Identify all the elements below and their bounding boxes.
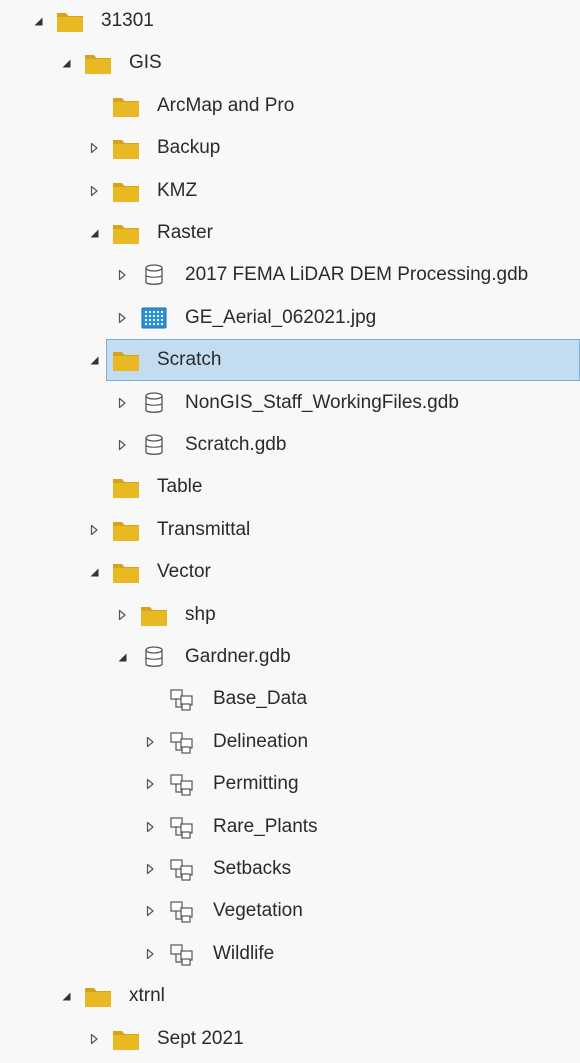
tree-item-31301[interactable]: 31301 xyxy=(0,0,580,42)
tree-item-vegetation[interactable]: Vegetation xyxy=(0,890,580,932)
tree-item-label: GE_Aerial_062021.jpg xyxy=(185,306,377,328)
tree-item-label: Sept 2021 xyxy=(157,1027,244,1049)
folder-icon xyxy=(112,93,140,119)
expand-arrow-icon[interactable] xyxy=(142,776,158,792)
tree-item-wildlife[interactable]: Wildlife xyxy=(0,933,580,975)
collapse-arrow-icon[interactable] xyxy=(58,988,74,1004)
tree-item-arcmap-and-pro[interactable]: ArcMap and Pro xyxy=(0,85,580,127)
tree-item-label: Vegetation xyxy=(213,900,303,922)
tree-item-gardner-gdb[interactable]: Gardner.gdb xyxy=(0,636,580,678)
tree-item-shp[interactable]: shp xyxy=(0,594,580,636)
tree-item-label: ArcMap and Pro xyxy=(157,94,295,116)
tree-item-scratch[interactable]: Scratch xyxy=(0,339,580,382)
folder-icon xyxy=(84,50,112,76)
feature-dataset-icon xyxy=(168,729,196,755)
expand-arrow-icon[interactable] xyxy=(142,903,158,919)
folder-icon xyxy=(140,602,168,628)
geodatabase-icon xyxy=(140,262,168,288)
tree-item-label: Scratch.gdb xyxy=(185,434,287,455)
expand-arrow-icon[interactable] xyxy=(142,861,158,877)
expand-arrow-icon[interactable] xyxy=(86,1031,102,1047)
tree-item-base-data[interactable]: Base_Data xyxy=(0,678,580,720)
folder-icon xyxy=(84,983,112,1009)
tree-item-label: Setbacks xyxy=(213,858,292,879)
tree-item-label: Base_Data xyxy=(213,688,308,710)
collapse-arrow-icon[interactable] xyxy=(58,55,74,71)
tree-item-label: KMZ xyxy=(157,179,198,201)
feature-dataset-icon xyxy=(168,898,196,924)
tree-item-nongis-staff-workingfiles-gdb[interactable]: NonGIS_Staff_WorkingFiles.gdb xyxy=(0,382,580,424)
feature-dataset-icon xyxy=(168,814,196,840)
tree-item-vector[interactable]: Vector xyxy=(0,551,580,593)
folder-icon xyxy=(112,559,140,585)
tree-item-label: 31301 xyxy=(101,10,154,31)
expand-arrow-icon[interactable] xyxy=(114,267,130,283)
tree-item-scratch-gdb[interactable]: Scratch.gdb xyxy=(0,424,580,466)
catalog-tree: 31301 GIS ArcMap and Pro Backup KMZ Raster 201… xyxy=(0,0,580,1063)
folder-icon xyxy=(56,8,84,34)
expand-arrow-icon[interactable] xyxy=(142,946,158,962)
tree-item-label: Table xyxy=(157,476,203,498)
tree-item-ge-aerial-062021-jpg[interactable]: GE_Aerial_062021.jpg xyxy=(0,297,580,339)
folder-icon xyxy=(112,135,140,161)
raster-icon xyxy=(140,305,168,331)
tree-item-table[interactable]: Table xyxy=(0,466,580,508)
tree-item-rare-plants[interactable]: Rare_Plants xyxy=(0,806,580,848)
collapse-arrow-icon[interactable] xyxy=(114,649,130,665)
tree-item-label: Permitting xyxy=(213,773,299,795)
tree-item-label: Delineation xyxy=(213,730,309,752)
tree-item-xtrnl[interactable]: xtrnl xyxy=(0,975,580,1017)
geodatabase-icon xyxy=(140,432,168,458)
tree-item-setbacks[interactable]: Setbacks xyxy=(0,848,580,890)
expand-arrow-icon[interactable] xyxy=(114,607,130,623)
folder-icon xyxy=(112,220,140,246)
expand-arrow-icon[interactable] xyxy=(142,734,158,750)
tree-item-label: Transmittal xyxy=(157,518,251,540)
feature-dataset-icon xyxy=(168,856,196,882)
folder-icon xyxy=(112,474,140,500)
collapse-arrow-icon[interactable] xyxy=(86,352,102,368)
tree-item-label: Gardner.gdb xyxy=(185,646,291,667)
tree-item-label: Backup xyxy=(157,137,221,159)
collapse-arrow-icon[interactable] xyxy=(86,225,102,241)
folder-icon xyxy=(112,1026,140,1052)
tree-item-gis[interactable]: GIS xyxy=(0,42,580,84)
tree-item-label: shp xyxy=(185,603,216,625)
geodatabase-icon xyxy=(140,390,168,416)
tree-item-label: xtrnl xyxy=(129,985,165,1007)
expand-arrow-icon[interactable] xyxy=(86,183,102,199)
tree-item-label: Vector xyxy=(157,561,211,583)
expand-arrow-icon[interactable] xyxy=(114,437,130,453)
folder-icon xyxy=(112,347,140,373)
geodatabase-icon xyxy=(140,644,168,670)
tree-item-label: Wildlife xyxy=(213,942,275,964)
expand-arrow-icon[interactable] xyxy=(86,140,102,156)
tree-item-delineation[interactable]: Delineation xyxy=(0,721,580,763)
tree-item-label: Raster xyxy=(157,222,213,243)
tree-item-2017-fema-lidar-dem-processing-gdb[interactable]: 2017 FEMA LiDAR DEM Processing.gdb xyxy=(0,254,580,296)
tree-item-sept-2021[interactable]: Sept 2021 xyxy=(0,1018,580,1060)
folder-icon xyxy=(112,178,140,204)
collapse-arrow-icon[interactable] xyxy=(30,13,46,29)
tree-item-raster[interactable]: Raster xyxy=(0,212,580,254)
tree-item-label: Scratch xyxy=(157,349,222,371)
tree-item-label: NonGIS_Staff_WorkingFiles.gdb xyxy=(185,391,459,413)
tree-item-label: GIS xyxy=(129,52,162,74)
tree-item-label: 2017 FEMA LiDAR DEM Processing.gdb xyxy=(185,264,529,286)
feature-dataset-icon xyxy=(168,686,196,712)
tree-item-permitting[interactable]: Permitting xyxy=(0,763,580,805)
feature-dataset-icon xyxy=(168,771,196,797)
expand-arrow-icon[interactable] xyxy=(114,395,130,411)
tree-item-transmittal[interactable]: Transmittal xyxy=(0,509,580,551)
collapse-arrow-icon[interactable] xyxy=(86,564,102,580)
expand-arrow-icon[interactable] xyxy=(86,522,102,538)
expand-arrow-icon[interactable] xyxy=(114,310,130,326)
tree-item-backup[interactable]: Backup xyxy=(0,127,580,169)
expand-arrow-icon[interactable] xyxy=(142,819,158,835)
folder-icon xyxy=(112,517,140,543)
tree-item-label: Rare_Plants xyxy=(213,815,318,837)
feature-dataset-icon xyxy=(168,941,196,967)
tree-item-kmz[interactable]: KMZ xyxy=(0,170,580,212)
